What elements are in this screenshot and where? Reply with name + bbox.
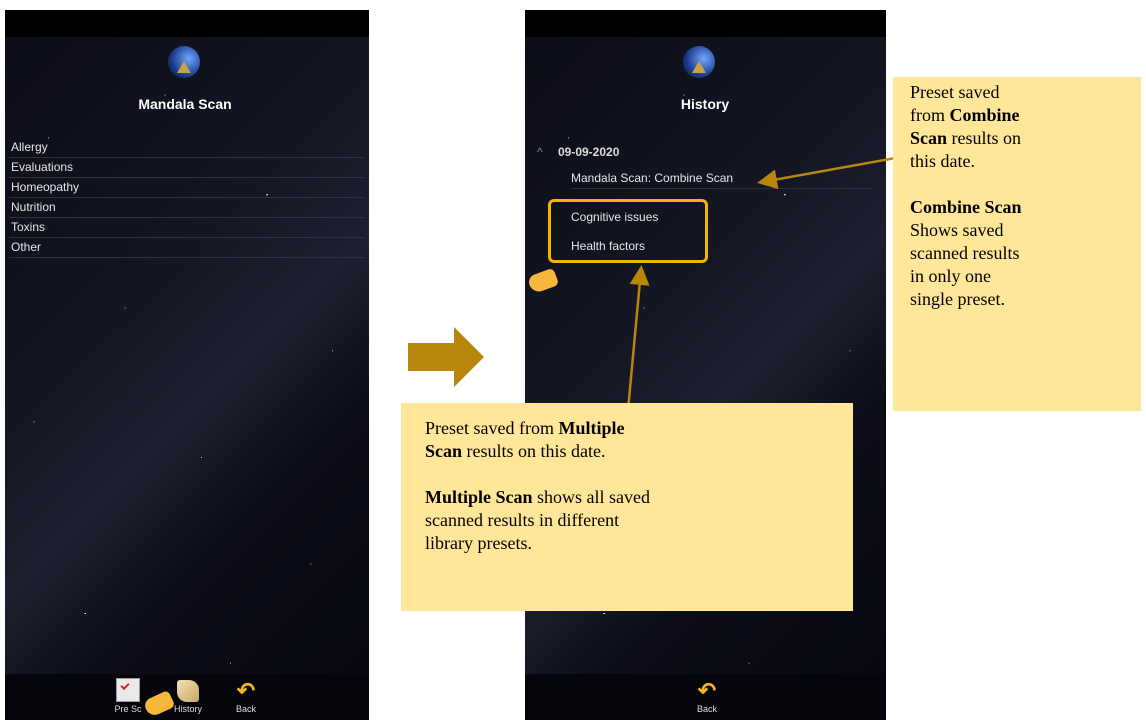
callout-text: results on [947,128,1022,148]
callout-title: Combine Scan [910,197,1022,217]
callout-emphasis: Scan [425,441,463,461]
callout-emphasis: Multiple [558,418,625,438]
callout-text: single preset. [910,289,1005,309]
callout-text: results on this date. [462,441,606,461]
callout-text: Preset saved [910,82,1000,102]
callout-text: in only one [910,266,991,286]
callout-text: Preset saved from [425,418,559,438]
callout-emphasis: Combine [949,105,1020,125]
connector-multiple [626,265,650,411]
callout-text: scanned results in different [425,510,620,530]
callout-emphasis: Scan [910,128,948,148]
callout-text: Shows saved [910,220,1004,240]
callout-text: library presets. [425,533,532,553]
callout-title: Multiple Scan [425,487,533,507]
callout-text: from [910,105,950,125]
callout-text: shows all saved [532,487,650,507]
callout-text: this date. [910,151,975,171]
callout-text: scanned results [910,243,1020,263]
connector-combine [757,153,913,190]
multiple-scan-callout: Preset saved from Multiple Scan results … [401,403,853,611]
combine-scan-callout: Preset saved from Combine Scan results o… [893,77,1141,411]
